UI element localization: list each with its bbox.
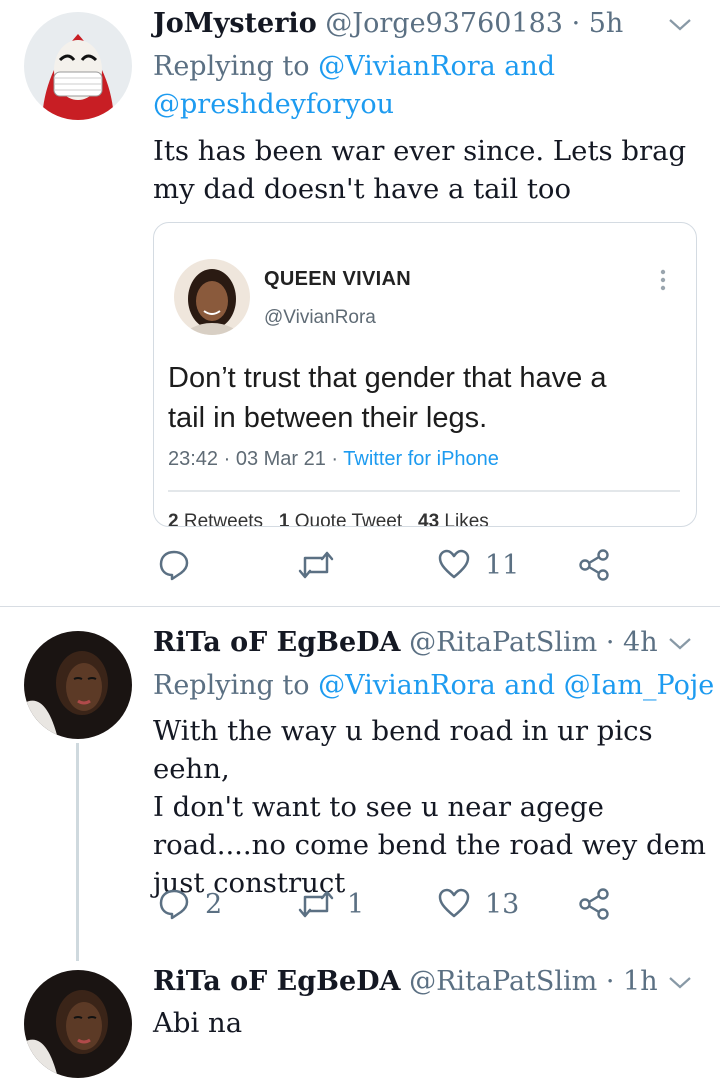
and-text: and bbox=[504, 670, 556, 701]
quoted-timestamp: 23:42 · 03 Mar 21 · bbox=[168, 448, 339, 470]
chevron-down-icon[interactable] bbox=[668, 18, 692, 32]
likes-label: Likes bbox=[444, 511, 489, 527]
timestamp[interactable]: · 5h bbox=[572, 8, 624, 39]
likes-count: 43 bbox=[418, 511, 440, 527]
tweet-text: Its has been war ever since. Lets brag m… bbox=[153, 132, 686, 208]
quoted-stats: 2 Retweets 1 Quote Tweet 43 Likes bbox=[168, 511, 489, 527]
reply-icon bbox=[159, 889, 189, 920]
woman-avatar-icon bbox=[174, 259, 250, 335]
masked-avatar-icon bbox=[24, 12, 132, 120]
quoted-source: Twitter for iPhone bbox=[343, 448, 499, 470]
quoted-handle: @VivianRora bbox=[264, 307, 376, 328]
replying-label: Replying to bbox=[153, 51, 310, 82]
handle[interactable]: @RitaPatSlim bbox=[409, 966, 597, 997]
more-options-icon bbox=[660, 269, 666, 291]
tweet-text-line: Its has been war ever since. Lets brag bbox=[153, 135, 687, 167]
tweet-header: JoMysterio @Jorge93760183 · 5h bbox=[153, 8, 623, 39]
woman-avatar-icon bbox=[24, 970, 132, 1078]
retweet-button[interactable]: 1 bbox=[297, 887, 364, 921]
share-icon bbox=[579, 549, 609, 581]
quoted-text-line: tail in between their legs. bbox=[168, 402, 488, 434]
retweets-count: 2 bbox=[168, 511, 179, 527]
reply-icon bbox=[159, 550, 189, 581]
heart-icon bbox=[438, 549, 470, 579]
share-button[interactable] bbox=[577, 887, 611, 921]
reply-count: 2 bbox=[205, 888, 223, 920]
handle[interactable]: @RitaPatSlim bbox=[409, 627, 597, 658]
thread-connector bbox=[76, 743, 79, 961]
quoted-display-name: QUEEN VIVIAN bbox=[264, 268, 411, 290]
display-name[interactable]: JoMysterio bbox=[153, 8, 317, 39]
tweet-text: Abi na bbox=[153, 1004, 242, 1042]
tweet-divider bbox=[0, 606, 720, 607]
timestamp[interactable]: · 4h bbox=[606, 627, 658, 658]
chevron-down-icon[interactable] bbox=[668, 637, 692, 651]
avatar[interactable] bbox=[24, 631, 132, 739]
share-button[interactable] bbox=[577, 548, 611, 582]
tweet-text-line: my dad doesn't have a tail too bbox=[153, 173, 572, 205]
quote-tweets-label: Quote Tweet bbox=[294, 511, 403, 527]
tweet-text-line: road....no come bend the road wey dem bbox=[153, 829, 706, 861]
quoted-text-line: Don’t trust that gender that have a bbox=[168, 362, 607, 394]
handle[interactable]: @Jorge93760183 bbox=[325, 8, 563, 39]
avatar[interactable] bbox=[24, 12, 132, 120]
chevron-down-icon[interactable] bbox=[668, 976, 692, 990]
tweet-header: RiTa oF EgBeDA @RitaPatSlim · 4h bbox=[153, 627, 658, 658]
quoted-screenshot-card[interactable]: QUEEN VIVIAN @VivianRora Don’t trust tha… bbox=[153, 222, 697, 527]
tweet-text-line: Abi na bbox=[153, 1007, 243, 1039]
replying-to: Replying to @VivianRora and @Iam_Poje bbox=[153, 667, 714, 705]
tweet-actions: 11 bbox=[153, 548, 623, 588]
divider bbox=[168, 490, 680, 492]
tweet-header: RiTa oF EgBeDA @RitaPatSlim · 1h bbox=[153, 966, 658, 997]
tweet-text-line: I don't want to see u near agege bbox=[153, 791, 604, 823]
woman-avatar-icon bbox=[24, 631, 132, 739]
share-icon bbox=[579, 888, 609, 920]
reply-button[interactable]: 2 bbox=[157, 887, 222, 921]
quote-tweets-count: 1 bbox=[278, 511, 290, 527]
display-name[interactable]: RiTa oF EgBeDA bbox=[153, 966, 401, 997]
retweet-icon bbox=[298, 551, 334, 579]
like-button[interactable]: 13 bbox=[437, 887, 519, 921]
retweet-button[interactable] bbox=[297, 548, 347, 582]
replying-label: Replying to bbox=[153, 670, 310, 701]
retweet-count: 1 bbox=[347, 888, 365, 920]
and-text: and bbox=[504, 51, 556, 82]
avatar[interactable] bbox=[24, 970, 132, 1078]
replying-to: Replying to @VivianRora and @preshdeyfor… bbox=[153, 48, 555, 124]
mention-link[interactable]: @preshdeyforyou bbox=[153, 89, 394, 120]
like-count: 13 bbox=[485, 888, 520, 920]
heart-icon bbox=[438, 888, 470, 918]
tweet-text: With the way u bend road in ur pics eehn… bbox=[153, 712, 720, 902]
reply-button[interactable] bbox=[157, 548, 203, 582]
tweet-text-line: With the way u bend road in ur pics eehn… bbox=[153, 715, 653, 785]
mention-link[interactable]: @VivianRora bbox=[318, 670, 496, 701]
like-button[interactable]: 11 bbox=[437, 548, 519, 582]
tweet-actions: 2 1 13 bbox=[153, 887, 623, 927]
quoted-date: 23:42 · 03 Mar 21 · Twitter for iPhone bbox=[168, 448, 499, 471]
quoted-avatar bbox=[174, 259, 250, 335]
timestamp[interactable]: · 1h bbox=[606, 966, 658, 997]
mention-link[interactable]: @VivianRora bbox=[318, 51, 496, 82]
retweet-icon bbox=[298, 890, 334, 918]
quoted-text: Don’t trust that gender that have a tail… bbox=[168, 358, 678, 438]
like-count: 11 bbox=[485, 549, 520, 581]
retweets-label: Retweets bbox=[183, 511, 264, 527]
mention-link[interactable]: @Iam_Poje bbox=[564, 670, 715, 701]
display-name[interactable]: RiTa oF EgBeDA bbox=[153, 627, 401, 658]
